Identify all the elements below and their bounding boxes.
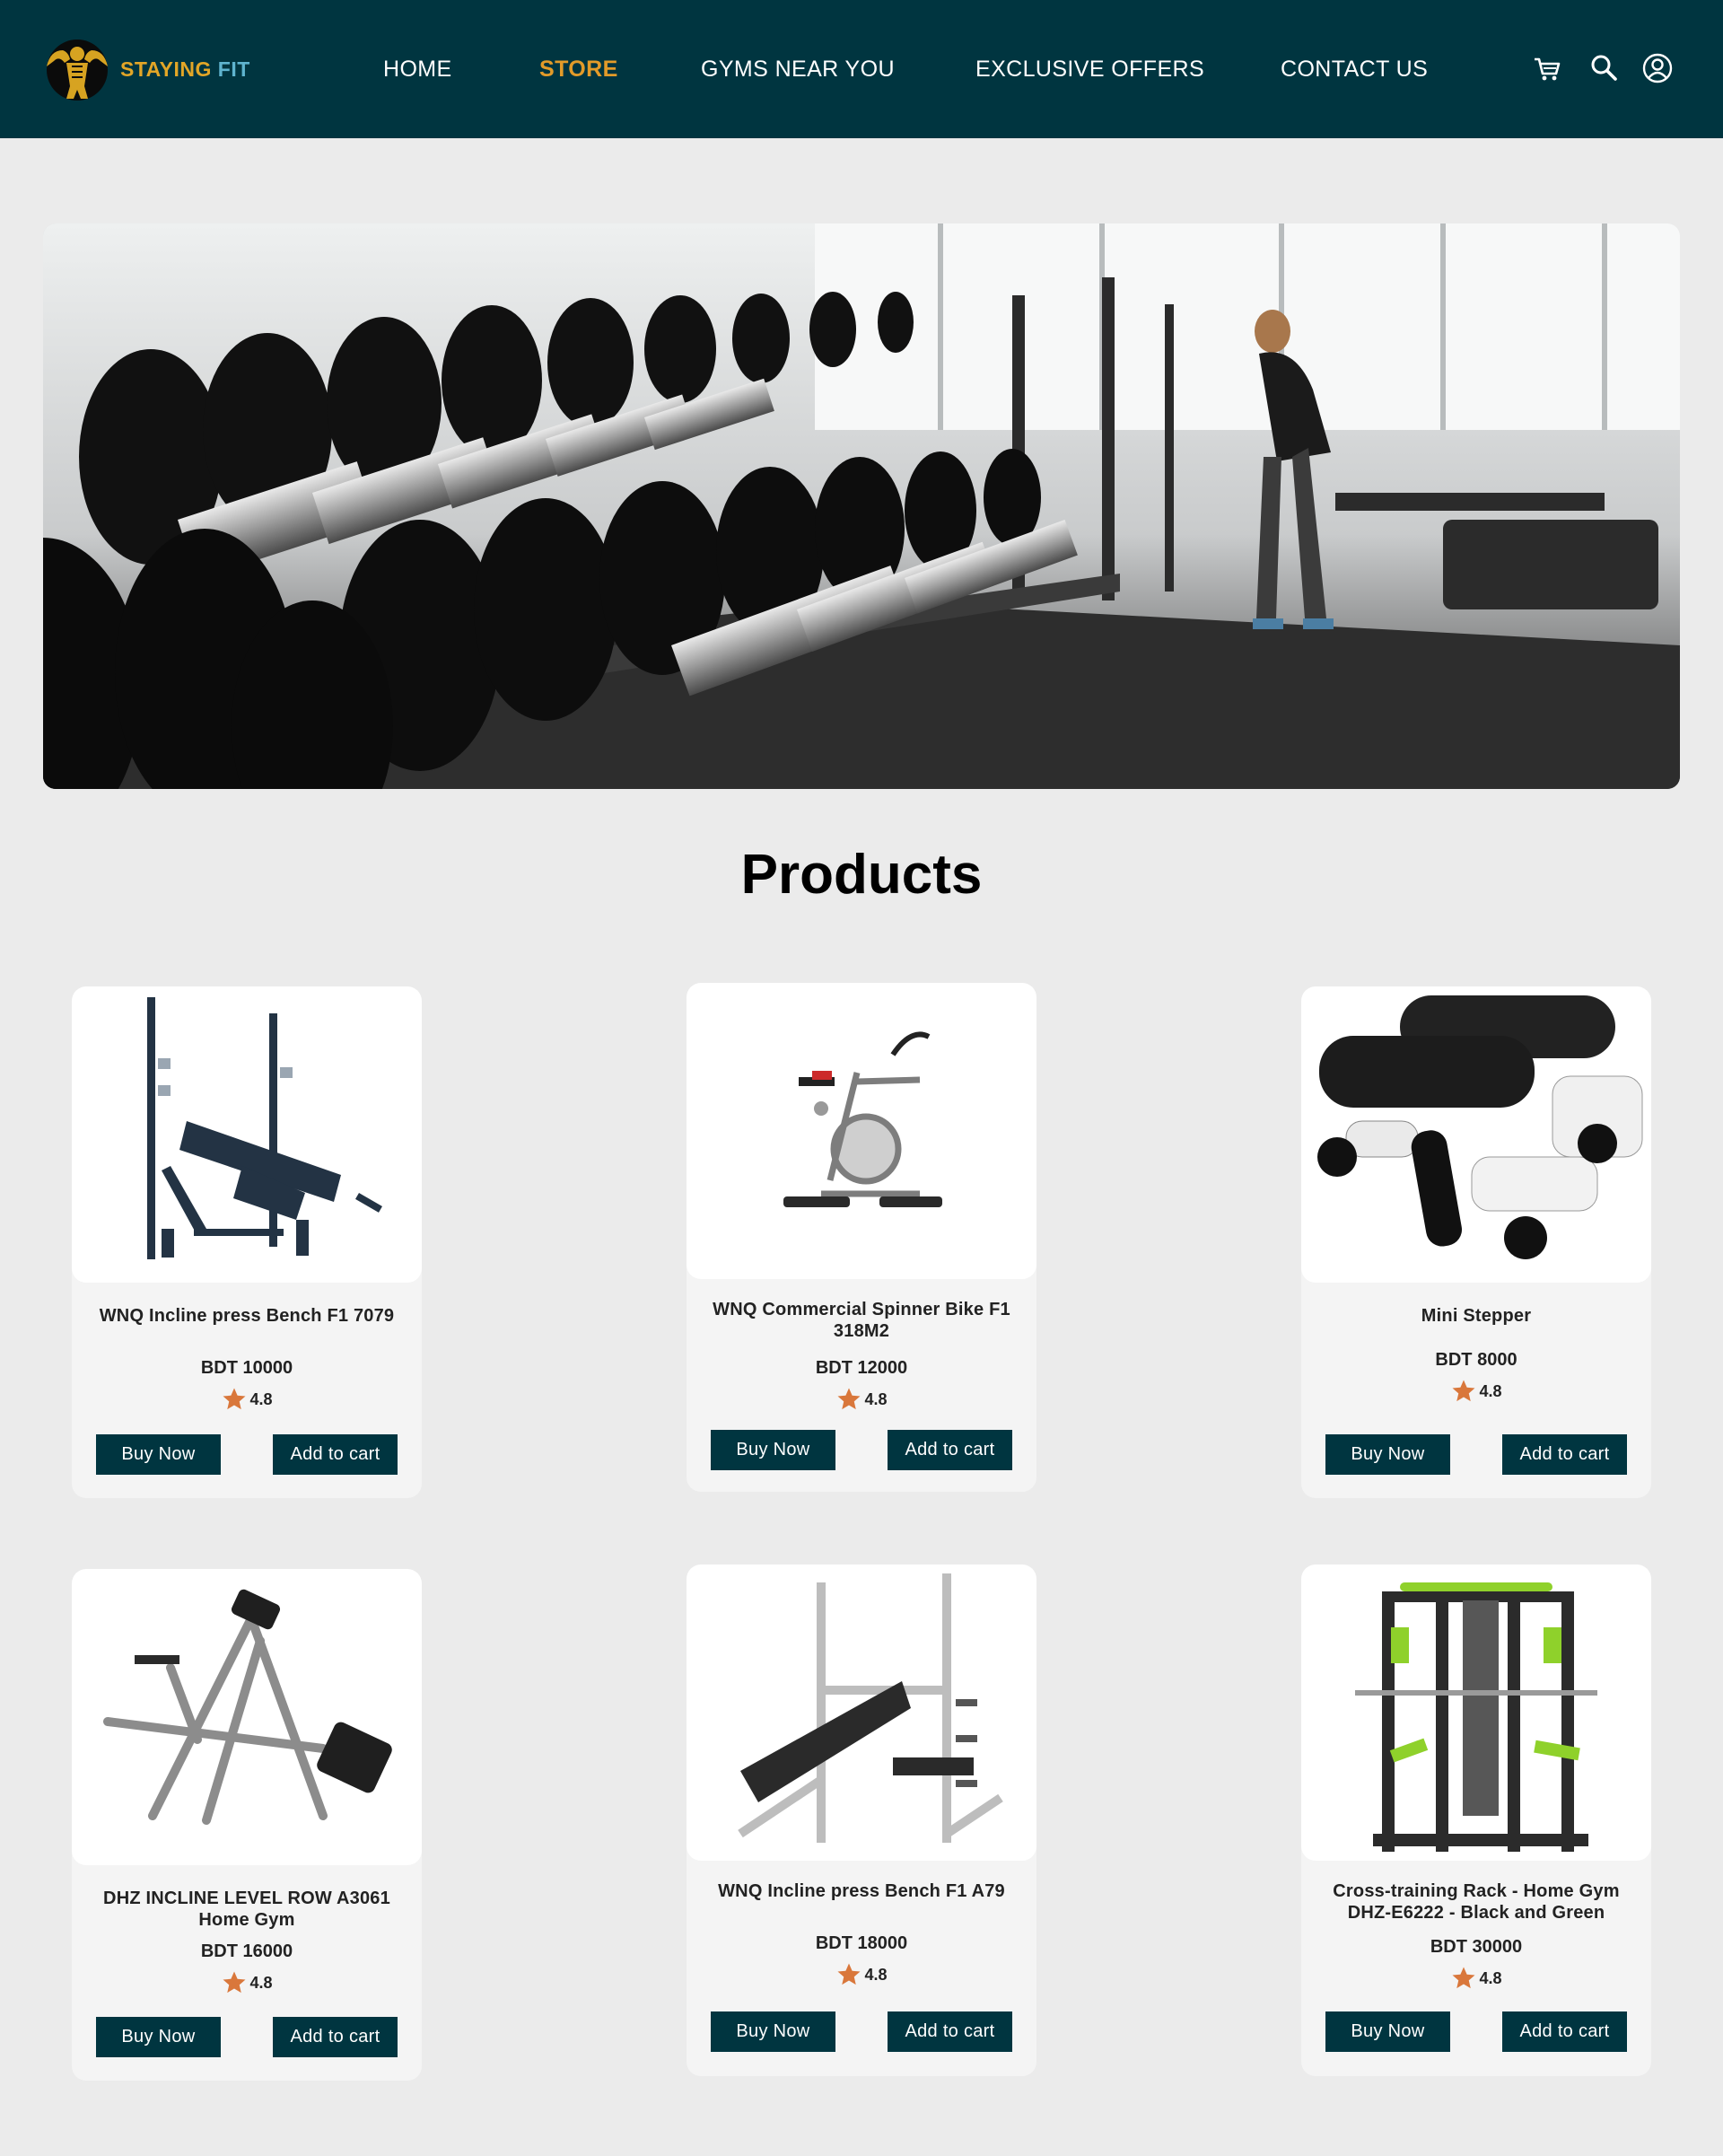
spinner-bike-illustration bbox=[783, 1031, 942, 1207]
rating-value: 4.8 bbox=[864, 1965, 888, 1984]
product-card: WNQ Incline press Bench F1 A79 BDT 18000… bbox=[687, 1564, 1036, 2076]
add-to-cart-button[interactable]: Add to cart bbox=[273, 1434, 398, 1475]
star-icon bbox=[837, 1963, 861, 1985]
brand-name-part2: FIT bbox=[211, 57, 250, 81]
product-name: DHZ INCLINE LEVEL ROW A3061 Home Gym bbox=[103, 1889, 390, 1930]
add-to-cart-button[interactable]: Add to cart bbox=[888, 2011, 1012, 2052]
brand-name-part1: STAYING bbox=[120, 57, 212, 81]
product-name: Cross-training Rack - Home Gym DHZ-E6222… bbox=[1333, 1881, 1620, 1923]
star-icon bbox=[223, 1971, 246, 1994]
star-icon bbox=[1452, 1380, 1475, 1402]
product-name: WNQ Incline press Bench F1 A79 bbox=[718, 1881, 1005, 1901]
product-price: BDT 30000 bbox=[1430, 1937, 1523, 1957]
star-icon bbox=[223, 1388, 246, 1410]
incline-bench-illustration bbox=[147, 997, 382, 1259]
product-price: BDT 16000 bbox=[200, 1941, 293, 1961]
product-name: WNQ Commercial Spinner Bike F1 318M2 bbox=[713, 1300, 1010, 1341]
product-name: WNQ Incline press Bench F1 7079 bbox=[99, 1306, 395, 1326]
star-icon bbox=[837, 1388, 861, 1410]
buy-now-button[interactable]: Buy Now bbox=[711, 1430, 835, 1470]
product-card: WNQ Commercial Spinner Bike F1 318M2 BDT… bbox=[687, 983, 1036, 1492]
cross-training-rack-illustration bbox=[1355, 1582, 1597, 1852]
product-rating: 4.8 bbox=[72, 1386, 422, 1413]
hero-gym-image bbox=[43, 223, 1680, 789]
products-heading: Products bbox=[740, 844, 983, 906]
nav-gyms-near-you[interactable]: GYMS NEAR YOU bbox=[701, 56, 895, 83]
star-icon bbox=[1452, 1967, 1475, 1989]
product-image[interactable] bbox=[72, 986, 422, 1283]
product-image[interactable] bbox=[1301, 1564, 1651, 1861]
rating-value: 4.8 bbox=[1479, 1968, 1502, 1987]
buy-now-button[interactable]: Buy Now bbox=[96, 1434, 221, 1475]
product-card: WNQ Incline press Bench F1 7079 BDT 1000… bbox=[72, 986, 422, 1498]
product-rating: 4.8 bbox=[72, 1969, 422, 1996]
add-to-cart-button[interactable]: Add to cart bbox=[273, 2017, 398, 2057]
rating-value: 4.8 bbox=[249, 1973, 273, 1992]
rating-value: 4.8 bbox=[1479, 1381, 1502, 1400]
brand-logo[interactable]: STAYING FIT bbox=[38, 34, 250, 104]
rating-value: 4.8 bbox=[249, 1389, 273, 1408]
product-image[interactable] bbox=[687, 1564, 1036, 1861]
add-to-cart-button[interactable]: Add to cart bbox=[1502, 1434, 1627, 1475]
product-image[interactable] bbox=[687, 983, 1036, 1279]
top-navbar: STAYING FIT HOME STORE GYMS NEAR YOU EXC… bbox=[0, 0, 1723, 138]
buy-now-button[interactable]: Buy Now bbox=[96, 2017, 221, 2057]
nav-store[interactable]: STORE bbox=[539, 56, 618, 83]
product-rating: 4.8 bbox=[687, 1961, 1036, 1988]
mini-stepper-illustration bbox=[1317, 995, 1643, 1259]
product-price: BDT 12000 bbox=[815, 1358, 908, 1378]
product-price: BDT 10000 bbox=[200, 1358, 293, 1378]
buy-now-button[interactable]: Buy Now bbox=[1325, 1434, 1450, 1475]
product-rating: 4.8 bbox=[1301, 1378, 1651, 1405]
product-price: BDT 8000 bbox=[1435, 1350, 1517, 1370]
gym-dumbbell-rack-illustration bbox=[43, 223, 1680, 789]
add-to-cart-button[interactable]: Add to cart bbox=[888, 1430, 1012, 1470]
product-card: Mini Stepper BDT 8000 4.8 Buy Now Add to… bbox=[1301, 986, 1651, 1498]
product-image[interactable] bbox=[72, 1569, 422, 1865]
buy-now-button[interactable]: Buy Now bbox=[711, 2011, 835, 2052]
add-to-cart-button[interactable]: Add to cart bbox=[1502, 2011, 1627, 2052]
user-account-icon[interactable] bbox=[1641, 52, 1674, 84]
muscle-logo-icon bbox=[47, 39, 108, 101]
search-icon[interactable] bbox=[1587, 52, 1620, 84]
nav-home[interactable]: HOME bbox=[383, 56, 452, 83]
nav-contact-us[interactable]: CONTACT US bbox=[1281, 56, 1428, 83]
rating-value: 4.8 bbox=[864, 1389, 888, 1408]
olympic-bench-illustration bbox=[738, 1573, 1003, 1843]
product-card: DHZ INCLINE LEVEL ROW A3061 Home Gym BDT… bbox=[72, 1569, 422, 2081]
nav-exclusive-offers[interactable]: EXCLUSIVE OFFERS bbox=[975, 56, 1204, 83]
brand-name: STAYING FIT bbox=[120, 57, 250, 82]
cart-icon[interactable] bbox=[1531, 52, 1563, 84]
product-rating: 4.8 bbox=[687, 1386, 1036, 1413]
buy-now-button[interactable]: Buy Now bbox=[1325, 2011, 1450, 2052]
product-rating: 4.8 bbox=[1301, 1965, 1651, 1992]
product-image[interactable] bbox=[1301, 986, 1651, 1283]
product-name: Mini Stepper bbox=[1421, 1306, 1532, 1326]
product-card: Cross-training Rack - Home Gym DHZ-E6222… bbox=[1301, 1564, 1651, 2076]
incline-row-machine-illustration bbox=[103, 1589, 392, 1825]
product-price: BDT 18000 bbox=[815, 1933, 908, 1953]
